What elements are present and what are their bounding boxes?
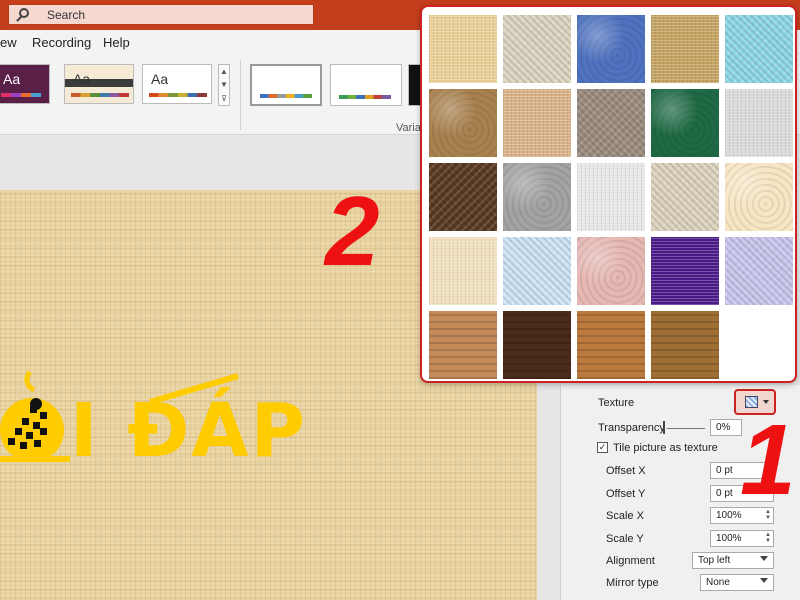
texture-pink-tissue-paper[interactable] bbox=[577, 237, 645, 305]
theme-color-stripe bbox=[71, 93, 129, 97]
texture-denim[interactable] bbox=[577, 15, 645, 83]
transparency-field[interactable]: 0% bbox=[710, 419, 742, 436]
step-2-annotation: 2 bbox=[325, 176, 380, 286]
chevron-down-icon bbox=[760, 556, 768, 561]
theme-color-stripe bbox=[1, 93, 41, 97]
tab-view[interactable]: ew bbox=[0, 35, 17, 50]
tab-recording[interactable]: Recording bbox=[32, 35, 91, 50]
variant-thumb-1[interactable] bbox=[250, 64, 322, 106]
scale-x-label: Scale X bbox=[606, 510, 644, 522]
mirror-type-dropdown[interactable]: None bbox=[700, 574, 774, 591]
search-placeholder: Search bbox=[47, 8, 86, 22]
theme-thumb-1[interactable]: Aa bbox=[0, 64, 50, 104]
theme-thumb-2[interactable]: Aa bbox=[64, 64, 134, 104]
texture-purple-mesh[interactable] bbox=[651, 237, 719, 305]
alignment-label: Alignment bbox=[606, 555, 655, 567]
mirror-type-label: Mirror type bbox=[606, 577, 659, 589]
theme-color-stripe bbox=[149, 93, 207, 97]
texture-gallery bbox=[420, 5, 797, 383]
texture-green-marble[interactable] bbox=[651, 89, 719, 157]
texture-canvas[interactable] bbox=[503, 15, 571, 83]
texture-blue-tissue-paper[interactable] bbox=[503, 237, 571, 305]
offset-x-value: 0 pt bbox=[716, 465, 733, 476]
mirror-type-value: None bbox=[706, 577, 730, 588]
offset-y-label: Offset Y bbox=[606, 488, 646, 500]
texture-parchment[interactable] bbox=[725, 163, 793, 231]
texture-white-marble[interactable] bbox=[725, 89, 793, 157]
texture-brown-marble[interactable] bbox=[429, 163, 497, 231]
search-box[interactable]: Search bbox=[8, 4, 314, 25]
search-icon bbox=[19, 8, 29, 18]
theme-aa-label: Aa bbox=[151, 71, 169, 87]
texture-recycled-paper[interactable] bbox=[651, 163, 719, 231]
texture-woven-mat[interactable] bbox=[651, 15, 719, 83]
step-1-annotation: 1 bbox=[740, 404, 796, 516]
more-icon[interactable]: ⊽ bbox=[219, 92, 229, 105]
texture-sand[interactable] bbox=[577, 89, 645, 157]
offset-x-label: Offset X bbox=[606, 465, 646, 477]
chevron-up-icon[interactable]: ▲ bbox=[219, 65, 229, 78]
offset-y-value: 0 pt bbox=[716, 488, 733, 499]
texture-paper-bag[interactable] bbox=[429, 89, 497, 157]
variant-color-stripe bbox=[339, 95, 391, 99]
chevron-down-icon bbox=[760, 578, 768, 583]
theme-gallery-scroll[interactable]: ▲ ▼ ⊽ bbox=[218, 64, 230, 106]
tab-help[interactable]: Help bbox=[103, 35, 130, 50]
alignment-dropdown[interactable]: Top left bbox=[692, 552, 774, 569]
alignment-value: Top left bbox=[698, 555, 731, 566]
tile-picture-label: Tile picture as texture bbox=[613, 442, 718, 454]
transparency-slider-track[interactable] bbox=[667, 428, 705, 429]
spinner-icon[interactable]: ▲ ▼ bbox=[765, 532, 771, 544]
texture-papyrus[interactable] bbox=[429, 15, 497, 83]
theme-aa-label: Aa bbox=[73, 71, 91, 87]
ribbon-divider bbox=[240, 60, 241, 130]
theme-thumb-3[interactable]: Aa bbox=[142, 64, 212, 104]
texture-newsprint[interactable] bbox=[577, 163, 645, 231]
transparency-label: Transparency bbox=[598, 422, 665, 434]
transparency-slider-thumb[interactable] bbox=[663, 421, 665, 434]
scale-y-label: Scale Y bbox=[606, 533, 644, 545]
texture-cork[interactable] bbox=[429, 311, 497, 379]
variant-thumb-2[interactable] bbox=[330, 64, 402, 106]
theme-aa-label: Aa bbox=[3, 71, 21, 87]
scale-y-value: 100% bbox=[716, 533, 742, 544]
texture-walnut[interactable] bbox=[503, 311, 571, 379]
texture-medium-wood[interactable] bbox=[651, 311, 719, 379]
texture-stationery[interactable] bbox=[429, 237, 497, 305]
variant-color-stripe bbox=[260, 94, 312, 98]
texture-label: Texture bbox=[598, 397, 635, 409]
logo-text: I ĐÁP bbox=[70, 388, 307, 474]
scale-y-field[interactable]: 100% ▲ ▼ bbox=[710, 530, 774, 547]
transparency-value: 0% bbox=[716, 422, 731, 433]
tile-picture-checkbox[interactable]: ✓ bbox=[597, 442, 608, 453]
texture-bouquet[interactable] bbox=[725, 237, 793, 305]
texture-water-droplets[interactable] bbox=[725, 15, 793, 83]
chevron-down-icon[interactable]: ▼ bbox=[219, 78, 229, 91]
texture-oak[interactable] bbox=[577, 311, 645, 379]
scale-x-value: 100% bbox=[716, 510, 742, 521]
texture-granite[interactable] bbox=[503, 163, 571, 231]
texture-fish-fossil[interactable] bbox=[503, 89, 571, 157]
